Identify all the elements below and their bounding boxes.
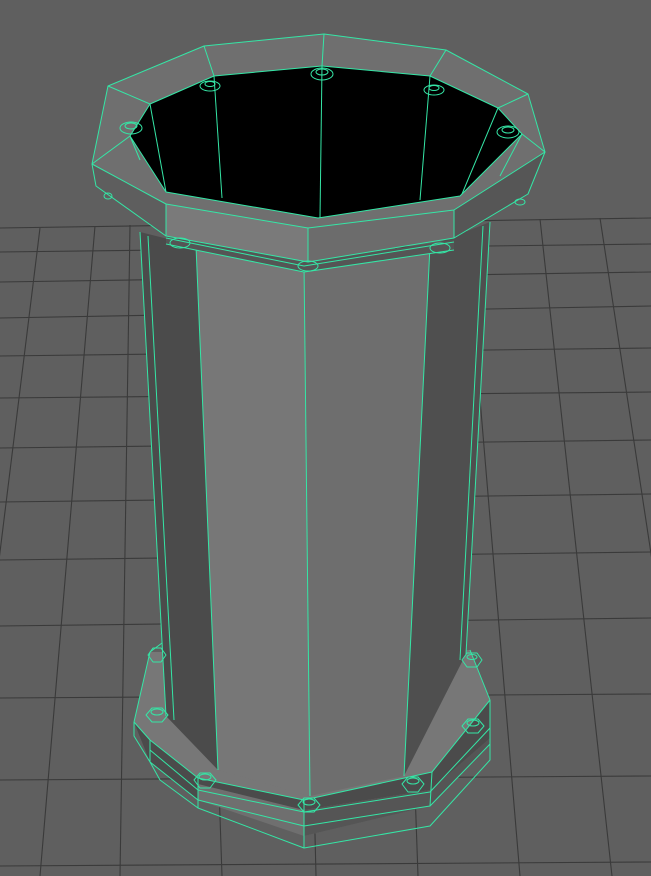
viewport-canvas[interactable]: [0, 0, 651, 876]
3d-viewport[interactable]: [0, 0, 651, 876]
bolt[interactable]: [514, 198, 526, 206]
octagonal-shaft[interactable]: [139, 221, 491, 797]
